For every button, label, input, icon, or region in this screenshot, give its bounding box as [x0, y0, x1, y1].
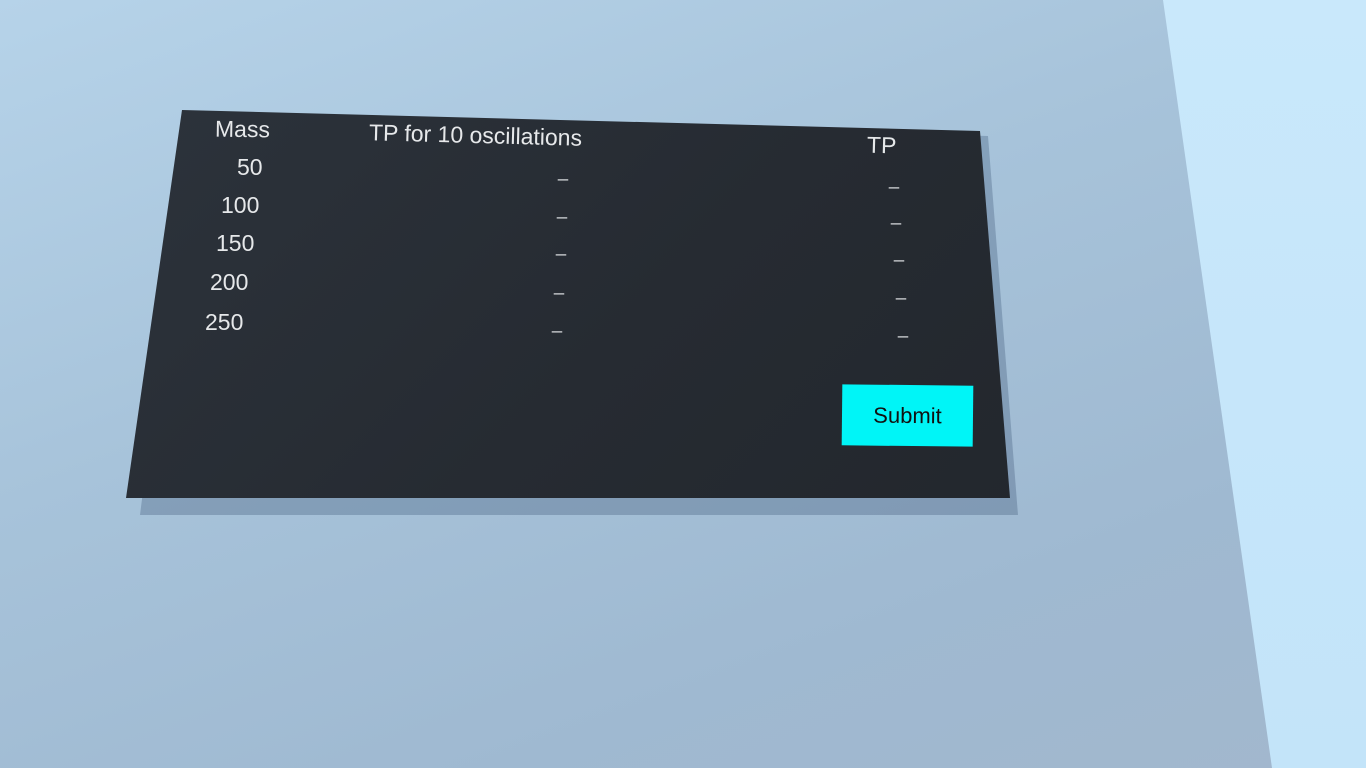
tp-cell: _ [894, 242, 905, 262]
tp-cell: _ [891, 205, 902, 225]
tp-cell: _ [896, 280, 907, 300]
mass-cell: 200 [210, 269, 249, 295]
mass-cell: 150 [216, 230, 255, 256]
mass-cell: 50 [237, 154, 263, 180]
data-board [126, 110, 1010, 498]
mass-cell: 100 [221, 192, 260, 218]
scene: Mass TP for 10 oscillations TP 50 _ _ 10… [0, 0, 1366, 768]
header-mass: Mass [214, 115, 271, 143]
tp10-cell: _ [554, 275, 565, 295]
tp10-cell: _ [556, 236, 567, 256]
tp10-cell: _ [552, 313, 563, 333]
submit-button[interactable]: Submit [841, 384, 974, 447]
tp10-cell: _ [557, 199, 568, 219]
tp-cell: _ [889, 169, 900, 189]
tp-cell: _ [898, 318, 909, 338]
header-tp-10-oscillations: TP for 10 oscillations [368, 119, 583, 151]
header-tp: TP [866, 131, 897, 159]
tp10-cell: _ [558, 161, 569, 181]
mass-cell: 250 [205, 309, 244, 335]
